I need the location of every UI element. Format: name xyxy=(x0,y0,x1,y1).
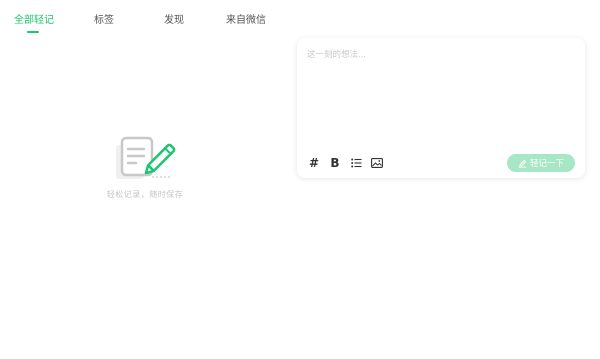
tab-from-wechat[interactable]: 来自微信 xyxy=(226,15,266,27)
tab-discover[interactable]: 发现 xyxy=(164,15,184,27)
insert-image-button[interactable] xyxy=(369,155,385,171)
editor-toolbar: # B xyxy=(306,155,390,171)
tag-hash-button[interactable]: # xyxy=(306,155,322,171)
empty-state-text: 轻松记录，随时保存 xyxy=(106,190,184,199)
tab-bar: 全部轻记 标签 发现 来自微信 xyxy=(0,0,300,40)
active-tab-indicator xyxy=(27,31,39,33)
note-editor: # B 轻记一下 xyxy=(297,38,585,178)
tab-tags[interactable]: 标签 xyxy=(94,15,114,27)
image-icon xyxy=(371,158,383,168)
submit-note-button[interactable]: 轻记一下 xyxy=(507,154,575,172)
bullet-list-button[interactable] xyxy=(348,155,364,171)
tab-all-notes[interactable]: 全部轻记 xyxy=(14,15,54,27)
bold-button[interactable]: B xyxy=(327,155,343,171)
pencil-icon xyxy=(518,159,527,168)
empty-state: 轻松记录，随时保存 xyxy=(100,135,190,200)
note-input[interactable] xyxy=(307,48,575,148)
note-edit-icon xyxy=(116,136,176,179)
submit-label: 轻记一下 xyxy=(529,159,564,169)
bullet-list-icon xyxy=(350,158,361,168)
